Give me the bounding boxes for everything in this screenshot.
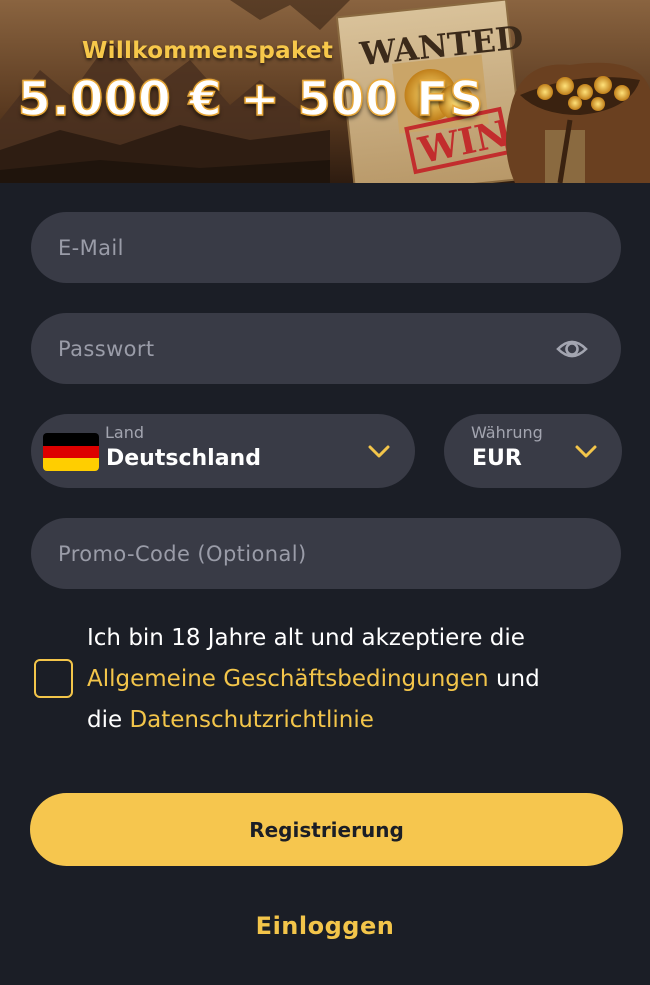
login-link[interactable]: Einloggen: [0, 912, 650, 940]
consent-section: Ich bin 18 Jahre alt und akzeptiere die …: [34, 615, 634, 735]
banner-title: 5.000 € + 500 FS: [17, 71, 485, 128]
de-flag-icon: [43, 433, 99, 471]
consent-text-and: und: [495, 666, 540, 692]
currency-value: EUR: [472, 446, 522, 471]
register-button[interactable]: Registrierung: [30, 793, 623, 866]
consent-checkbox[interactable]: [34, 659, 73, 698]
privacy-link[interactable]: Datenschutzrichtlinie: [129, 707, 373, 733]
currency-label: Währung: [471, 423, 543, 442]
chevron-down-icon: [575, 445, 597, 458]
email-placeholder: E-Mail: [58, 235, 124, 260]
eye-icon[interactable]: [556, 335, 588, 363]
consent-text-before: Ich bin 18 Jahre alt und akzeptiere die: [87, 625, 525, 651]
email-field[interactable]: E-Mail: [31, 212, 621, 283]
password-placeholder: Passwort: [58, 336, 155, 361]
promo-code-placeholder: Promo-Code (Optional): [58, 541, 307, 566]
country-select[interactable]: Land Deutschland: [31, 414, 415, 488]
country-value: Deutschland: [106, 446, 261, 471]
currency-select[interactable]: Währung EUR: [444, 414, 622, 488]
banner-subtitle: Willkommenspaket: [82, 38, 334, 64]
promo-code-field[interactable]: Promo-Code (Optional): [31, 518, 621, 589]
password-field[interactable]: Passwort: [31, 313, 621, 384]
terms-link[interactable]: Allgemeine Geschäftsbedingungen: [87, 666, 489, 692]
gold-sack: [506, 62, 650, 183]
chevron-down-icon: [368, 445, 390, 458]
promo-banner[interactable]: WANTED WIN Willkommenspaket 5.000 € + 50…: [0, 0, 650, 183]
consent-text: Ich bin 18 Jahre alt und akzeptiere die …: [87, 618, 627, 741]
consent-text-die: die: [87, 707, 123, 733]
country-label: Land: [105, 423, 145, 442]
